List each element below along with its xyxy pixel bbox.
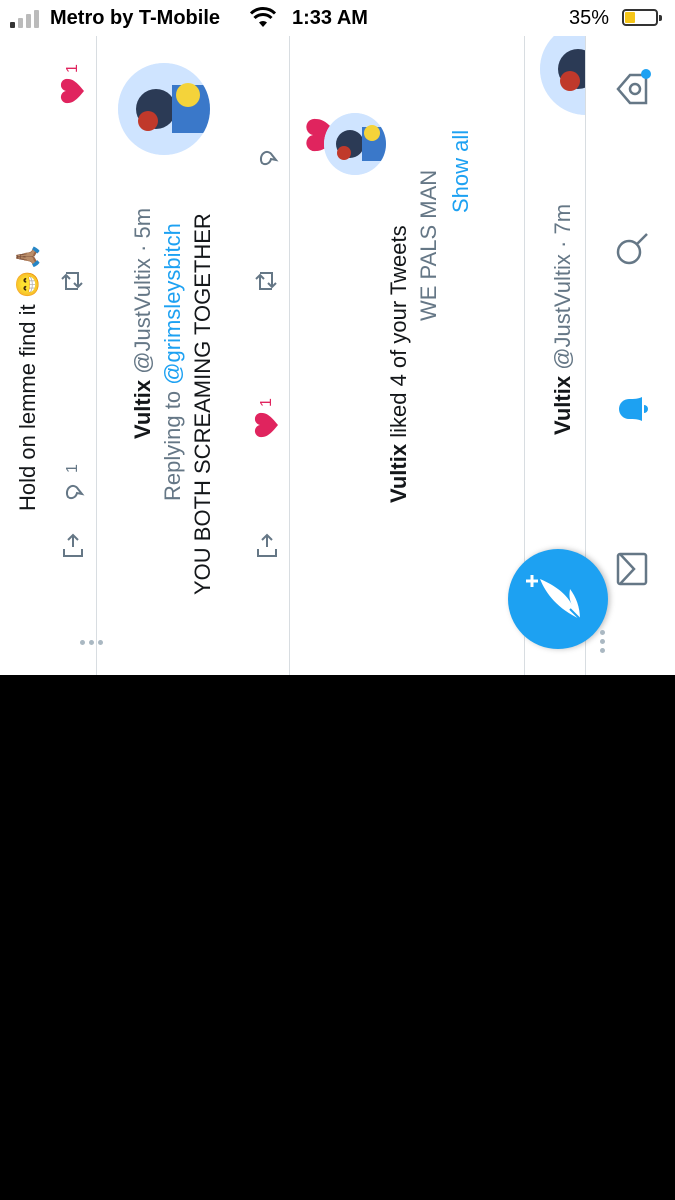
wifi-icon	[250, 7, 276, 27]
tweet-time: · 5m	[130, 207, 155, 252]
more-options-icon[interactable]	[80, 640, 103, 645]
carrier-label: Metro by T-Mobile	[50, 7, 220, 29]
status-bar: Metro by T-Mobile 1:33 AM 35%	[0, 0, 675, 36]
retweet-button[interactable]	[254, 267, 278, 295]
like-button[interactable]: 1	[60, 64, 86, 105]
notification-actor: Vultix	[386, 443, 411, 503]
more-options-icon[interactable]	[600, 630, 605, 653]
reply-icon	[65, 484, 85, 500]
compose-tweet-button[interactable]	[508, 549, 608, 649]
compose-feather-icon	[526, 575, 581, 620]
messages-icon[interactable]	[612, 549, 657, 589]
author-name[interactable]: Vultix	[550, 376, 575, 435]
reply-count: 1	[64, 464, 81, 473]
share-icon	[257, 533, 277, 557]
share-icon	[63, 533, 83, 557]
reply-button[interactable]	[254, 143, 280, 169]
divider	[96, 35, 97, 675]
retweet-icon	[255, 272, 277, 290]
like-count: 1	[64, 64, 81, 73]
notification-action: liked 4 of your Tweets	[386, 225, 411, 438]
avatar[interactable]	[118, 63, 210, 155]
tweet-header: Vultix @JustVultix · 5m	[130, 208, 156, 439]
heart-filled-icon	[254, 412, 278, 438]
author-handle[interactable]: @JustVultix	[130, 258, 155, 374]
signal-bars-icon	[10, 10, 39, 28]
search-icon[interactable]	[612, 229, 657, 269]
tweet-time: · 7m	[550, 203, 575, 248]
battery-percent: 35%	[569, 7, 610, 29]
reply-icon	[259, 150, 279, 166]
author-handle[interactable]: @JustVultix	[550, 254, 575, 370]
tweet-text: YOU BOTH SCREAMING TOGETHER	[190, 213, 215, 595]
battery-icon	[622, 9, 662, 26]
tweet-header: Vultix @JustVultix · 7m	[550, 204, 576, 435]
avatar[interactable]	[324, 113, 386, 175]
retweet-button[interactable]	[60, 267, 84, 295]
replying-to-link[interactable]: @grimsleysbitch	[160, 223, 185, 385]
notification-preview: WE PALS MAN	[416, 169, 441, 321]
share-button[interactable]	[254, 533, 280, 559]
like-button[interactable]: 1	[254, 398, 280, 439]
reply-button[interactable]: 1	[60, 464, 86, 503]
share-button[interactable]	[60, 533, 86, 559]
author-name[interactable]: Vultix	[130, 380, 155, 439]
phone-screen: Metro by T-Mobile 1:33 AM 35% Hold on le…	[0, 0, 675, 675]
divider	[289, 35, 290, 675]
retweet-icon	[61, 272, 83, 290]
twitter-notifications-view: Hold on lemme find it 😁🙏🏽 1 1 Vultix @Ju…	[0, 23, 675, 675]
like-count: 1	[258, 398, 275, 407]
heart-filled-icon	[60, 78, 84, 104]
notification-summary[interactable]: Vultix liked 4 of your Tweets	[386, 225, 412, 503]
notifications-icon[interactable]	[612, 389, 657, 429]
show-all-link[interactable]: Show all	[448, 130, 474, 213]
replying-to: Replying to @grimsleysbitch	[160, 223, 185, 501]
tweet-text: Hold on lemme find it 😁🙏🏽	[15, 243, 40, 511]
home-icon[interactable]	[612, 69, 657, 109]
clock: 1:33 AM	[292, 7, 368, 29]
